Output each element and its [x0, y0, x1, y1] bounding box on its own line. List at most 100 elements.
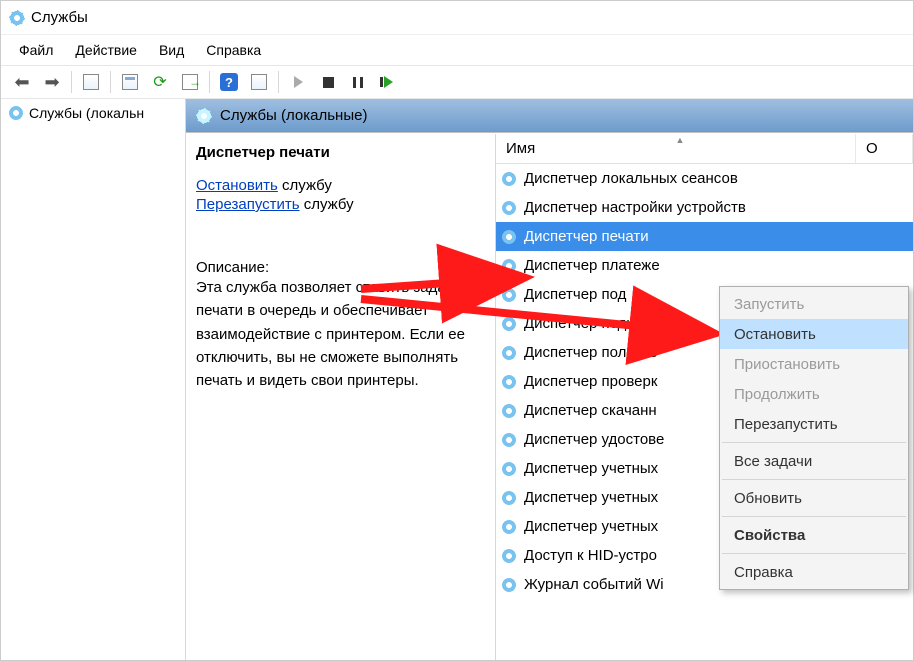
cm-separator	[722, 442, 906, 443]
cm-pause[interactable]: Приостановить	[720, 349, 908, 379]
menu-file[interactable]: Файл	[9, 38, 63, 62]
play-icon	[294, 76, 303, 88]
export-button[interactable]	[176, 68, 204, 96]
sort-asc-icon: ▲	[676, 135, 685, 145]
toolbar-separator	[278, 71, 279, 93]
cm-restart[interactable]: Перезапустить	[720, 409, 908, 439]
stop-action-line: Остановить службу	[196, 177, 481, 194]
restart-service-link[interactable]: Перезапустить	[196, 196, 300, 213]
cm-resume[interactable]: Продолжить	[720, 379, 908, 409]
service-row[interactable]: Диспетчер локальных сеансов	[496, 164, 913, 193]
detail-pane: Диспетчер печати Остановить службу Перез…	[186, 134, 496, 660]
list-header: Имя ▲ О	[496, 134, 913, 164]
back-button[interactable]: ⬅	[8, 68, 36, 96]
gear-icon	[502, 462, 516, 476]
gear-icon	[502, 578, 516, 592]
restart-suffix: службу	[300, 196, 354, 213]
cm-separator	[722, 479, 906, 480]
gear-icon	[502, 375, 516, 389]
cm-start[interactable]: Запустить	[720, 289, 908, 319]
cm-properties[interactable]: Свойства	[720, 520, 908, 550]
restart-icon	[384, 76, 393, 88]
pause-icon	[353, 77, 363, 88]
menu-action[interactable]: Действие	[65, 38, 147, 62]
gear-icon	[9, 106, 23, 120]
start-service-button[interactable]	[284, 68, 312, 96]
gear-icon	[502, 317, 516, 331]
toolbar-separator	[71, 71, 72, 93]
service-row-label: Диспетчер учетных	[524, 489, 658, 506]
service-row-label: Диспетчер печати	[524, 228, 649, 245]
service-row-label: Диспетчер локальных сеансов	[524, 170, 738, 187]
service-row-label: Диспетчер подключ	[524, 315, 661, 332]
pause-service-button[interactable]	[344, 68, 372, 96]
content-header: Службы (локальные)	[186, 99, 913, 133]
service-row-label: Диспетчер учетных	[524, 460, 658, 477]
properties-button[interactable]	[116, 68, 144, 96]
gear-icon	[502, 259, 516, 273]
stop-service-button[interactable]	[314, 68, 342, 96]
column-header-desc[interactable]: О	[856, 134, 913, 163]
services-window: Службы Файл Действие Вид Справка ⬅ ➡ ⟳ ?…	[0, 0, 914, 661]
stop-service-link[interactable]: Остановить	[196, 177, 278, 194]
service-row-label: Диспетчер настройки устройств	[524, 199, 746, 216]
service-row-label: Диспетчер удостове	[524, 431, 664, 448]
help-button[interactable]: ?	[215, 68, 243, 96]
stop-icon	[323, 77, 334, 88]
service-row[interactable]: Диспетчер платеже	[496, 251, 913, 280]
gear-icon	[502, 433, 516, 447]
gear-icon	[502, 520, 516, 534]
gear-icon	[502, 172, 516, 186]
show-hide-console-button[interactable]	[245, 68, 273, 96]
tree-pane: Службы (локальн	[1, 99, 186, 660]
cm-separator	[722, 516, 906, 517]
arrow-right-icon: ➡	[44, 72, 59, 93]
show-hide-tree-button[interactable]	[77, 68, 105, 96]
refresh-button[interactable]: ⟳	[146, 68, 174, 96]
tree-root-item[interactable]: Службы (локальн	[7, 103, 179, 123]
export-icon	[182, 74, 198, 90]
service-row-label: Диспетчер пользов	[524, 344, 657, 361]
service-row[interactable]: Диспетчер настройки устройств	[496, 193, 913, 222]
gear-icon	[502, 230, 516, 244]
menubar: Файл Действие Вид Справка	[1, 35, 913, 65]
gear-icon	[502, 201, 516, 215]
toolbar-separator	[209, 71, 210, 93]
column-header-name[interactable]: Имя ▲	[496, 134, 856, 163]
services-app-icon	[9, 10, 25, 26]
content-header-title: Службы (локальные)	[220, 107, 367, 124]
service-row-label: Диспетчер учетных	[524, 518, 658, 535]
service-row-label: Доступ к HID-устро	[524, 547, 657, 564]
menu-help[interactable]: Справка	[196, 38, 271, 62]
menu-view[interactable]: Вид	[149, 38, 194, 62]
gear-icon	[502, 491, 516, 505]
service-row-label: Диспетчер скачанн	[524, 402, 657, 419]
cm-separator	[722, 553, 906, 554]
refresh-icon: ⟳	[152, 74, 168, 90]
service-row-label: Диспетчер проверк	[524, 373, 657, 390]
description-label: Описание:	[196, 259, 481, 276]
window-title: Службы	[31, 9, 88, 26]
toolbar: ⬅ ➡ ⟳ ?	[1, 65, 913, 99]
tree-root-label: Службы (локальн	[29, 105, 144, 121]
cm-all-tasks[interactable]: Все задачи	[720, 446, 908, 476]
context-menu: Запустить Остановить Приостановить Продо…	[719, 286, 909, 590]
toolbar-separator	[110, 71, 111, 93]
forward-button[interactable]: ➡	[38, 68, 66, 96]
service-row-label: Журнал событий Wi	[524, 576, 664, 593]
service-row-label: Диспетчер под	[524, 286, 626, 303]
selected-service-name: Диспетчер печати	[196, 144, 481, 161]
help-icon: ?	[220, 73, 238, 91]
titlebar: Службы	[1, 1, 913, 35]
cm-stop[interactable]: Остановить	[720, 319, 908, 349]
description-text: Эта служба позволяет ставить задания печ…	[196, 276, 481, 392]
gear-icon	[502, 404, 516, 418]
cm-refresh[interactable]: Обновить	[720, 483, 908, 513]
service-row[interactable]: Диспетчер печати	[496, 222, 913, 251]
gear-icon	[196, 108, 212, 124]
restart-action-line: Перезапустить службу	[196, 196, 481, 213]
gear-icon	[502, 549, 516, 563]
restart-service-button[interactable]	[374, 68, 402, 96]
properties-icon	[122, 74, 138, 90]
cm-help[interactable]: Справка	[720, 557, 908, 587]
